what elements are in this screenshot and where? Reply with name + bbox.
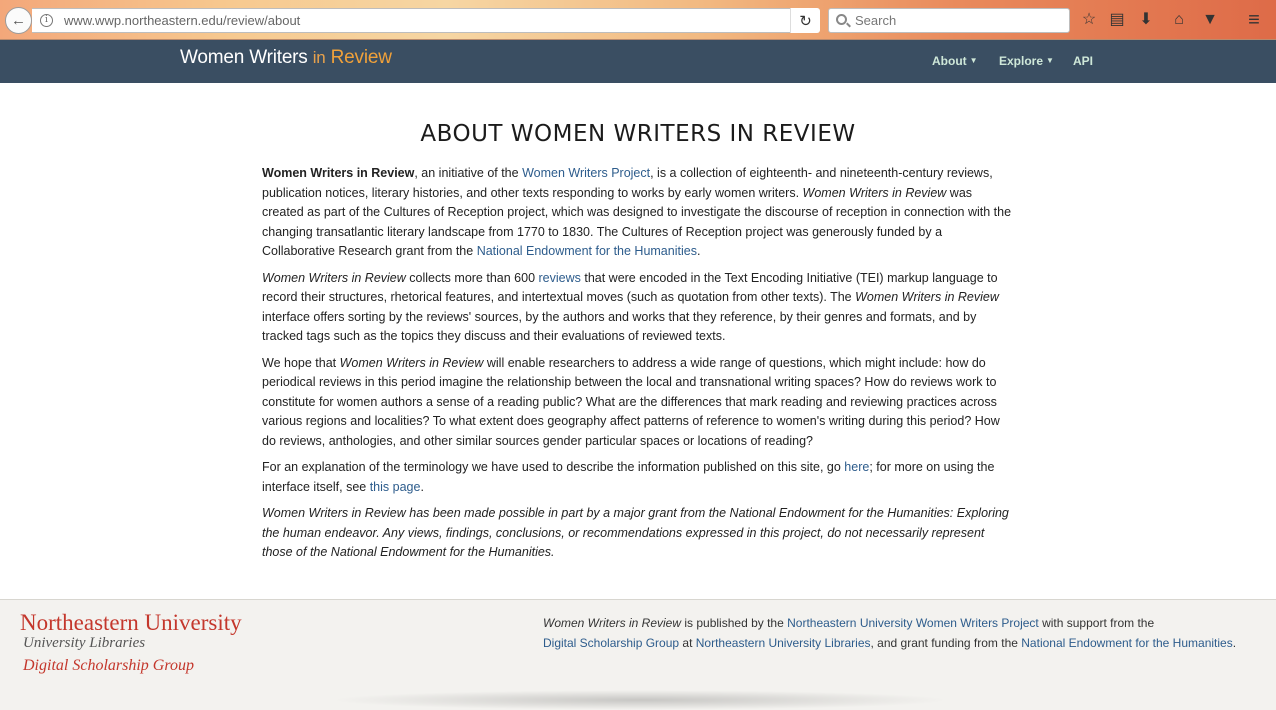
nav-explore-dropdown[interactable]: Explore ▼ [999, 54, 1054, 68]
reload-icon[interactable]: ↻ [790, 8, 820, 33]
back-arrow-icon[interactable]: ← [5, 7, 32, 34]
download-icon[interactable]: ⬇ [1136, 10, 1156, 30]
footer-libraries-link[interactable]: Northeastern University Libraries [696, 636, 871, 650]
text: interface offers sorting by the reviews'… [262, 309, 977, 344]
title-italic: Women Writers in Review [339, 355, 484, 370]
footer-neh-link[interactable]: National Endowment for the Humanities [1021, 636, 1232, 650]
title-italic: Women Writers in Review [855, 290, 999, 304]
caret-down-icon: ▼ [969, 56, 978, 65]
title-italic: Women Writers in Review [802, 185, 947, 200]
terminology-paragraph: For an explanation of the terminology we… [262, 458, 1014, 497]
site-navbar: Women Writers in Review About ▼ Explore ▼ … [0, 40, 1276, 83]
questions-paragraph: We hope that Women Writers in Review wil… [262, 354, 1014, 452]
caret-down-icon: ▼ [1046, 56, 1054, 65]
terminology-here-link[interactable]: here [844, 460, 869, 474]
text: . [1232, 635, 1237, 650]
menu-icon[interactable]: ≡ [1244, 10, 1264, 30]
text: collects more than 600 [405, 270, 539, 285]
title-italic: Women Writers in Review [543, 616, 682, 630]
search-icon [836, 14, 847, 25]
text: . [696, 244, 701, 258]
text: at [679, 635, 696, 650]
nav-about-label: About [932, 54, 967, 68]
nav-about-dropdown[interactable]: About ▼ [932, 54, 978, 68]
url-bar[interactable]: i www.wwp.northeastern.edu/review/about [32, 8, 820, 33]
browser-toolbar: ← i www.wwp.northeastern.edu/review/abou… [0, 0, 1276, 40]
neh-link[interactable]: National Endowment for the Humanities [477, 244, 697, 258]
brand-main: Women Writers [180, 47, 308, 68]
title-italic: Women Writers in Review [262, 270, 406, 285]
funding-disclaimer: Women Writers in Review has been made po… [262, 506, 1009, 559]
collection-paragraph: Women Writers in Review collects more th… [262, 269, 1014, 347]
page-title: ABOUT WOMEN WRITERS IN REVIEW [420, 121, 856, 147]
bookmark-star-icon[interactable]: ☆ [1079, 10, 1099, 30]
brand-review: Review [330, 47, 392, 68]
url-text[interactable]: www.wwp.northeastern.edu/review/about [64, 13, 300, 28]
nav-explore-label: Explore [999, 54, 1044, 68]
dsg-logo-text[interactable]: Digital Scholarship Group [23, 657, 194, 675]
text: is published by the [681, 616, 788, 630]
text: , an initiative of the [414, 166, 523, 180]
nav-api-link[interactable]: API [1073, 54, 1093, 68]
university-libraries-text: University Libraries [23, 635, 146, 651]
text: , and grant funding from the [870, 635, 1022, 650]
search-input[interactable]: Search [828, 8, 1070, 33]
nav-api-label: API [1073, 54, 1094, 68]
search-placeholder: Search [855, 13, 897, 28]
wwp-link[interactable]: Women Writers Project [522, 166, 650, 180]
reading-list-icon[interactable]: ▤ [1107, 10, 1127, 30]
footer-wwp-link[interactable]: Northeastern University Women Writers Pr… [787, 616, 1039, 630]
pocket-icon[interactable]: ▼ [1200, 10, 1220, 30]
site-brand[interactable]: Women Writers in Review [180, 47, 392, 69]
northeastern-logo-text[interactable]: Northeastern University [20, 610, 242, 636]
brand-in: in [312, 48, 326, 67]
footer-dsg-link[interactable]: Digital Scholarship Group [543, 636, 679, 650]
interface-help-link[interactable]: this page [370, 480, 421, 494]
page-shadow [330, 690, 950, 710]
info-icon[interactable]: i [40, 14, 53, 27]
text: . [420, 479, 424, 494]
main-content: ABOUT WOMEN WRITERS IN REVIEW Women Writ… [262, 121, 1014, 570]
text: For an explanation of the terminology we… [262, 460, 845, 474]
intro-paragraph: Women Writers in Review, an initiative o… [262, 164, 1014, 262]
project-name: Women Writers in Review [262, 166, 415, 180]
text: with support from the [1038, 616, 1155, 630]
reviews-link[interactable]: reviews [539, 271, 581, 285]
home-icon[interactable]: ⌂ [1169, 10, 1189, 30]
footer-credits: Women Writers in Review is published by … [543, 614, 1263, 653]
text: We hope that [262, 355, 340, 370]
